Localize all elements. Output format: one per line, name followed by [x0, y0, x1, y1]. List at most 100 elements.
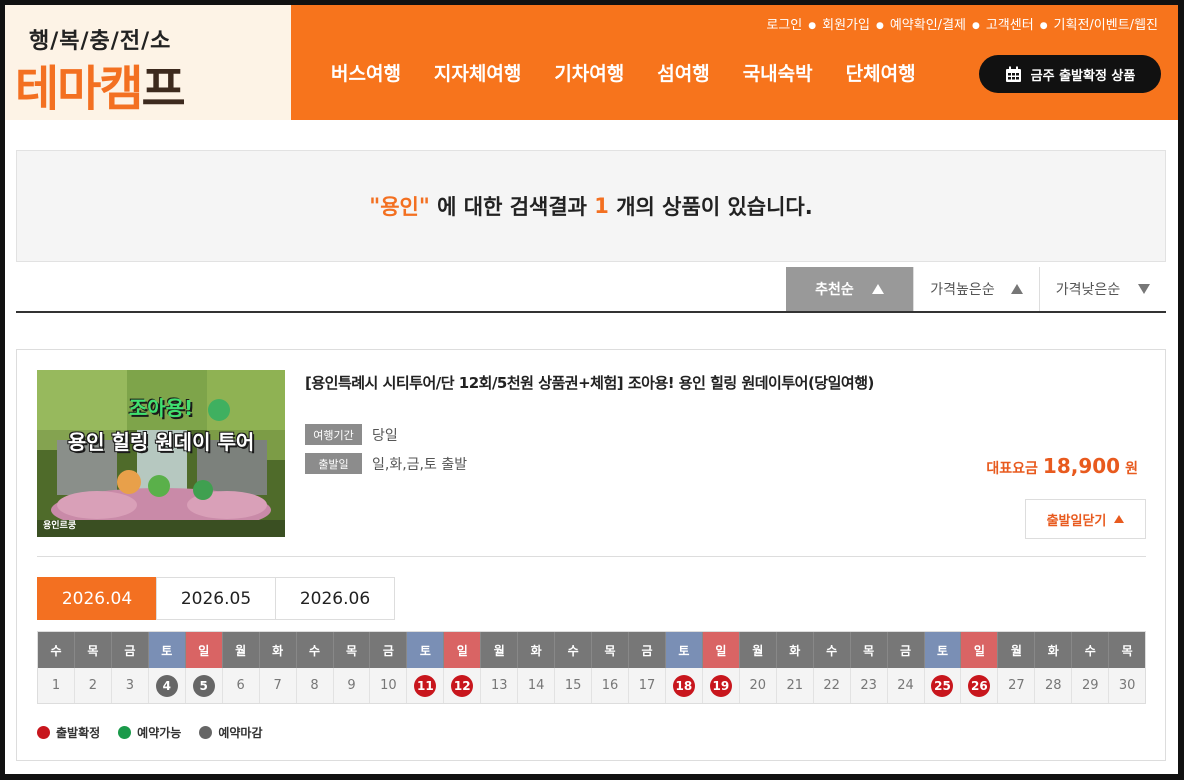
weekday-cell: 수 — [1072, 632, 1110, 668]
sort-price-low-button[interactable]: 가격낮은순 — [1039, 267, 1166, 311]
menu-item-island[interactable]: 섬여행 — [657, 59, 709, 86]
departure-confirmed-marker: 25 — [931, 674, 954, 697]
weekday-cell: 월 — [481, 632, 519, 668]
sort-bar: 추천순 가격높은순 가격낮은순 — [16, 267, 1166, 313]
departure-value: 일,화,금,토 출발 — [372, 456, 468, 473]
product-price: 대표요금 18,900 원 — [986, 454, 1138, 478]
weekday-cell: 수 — [555, 632, 593, 668]
duration-row: 여행기간 당일 — [305, 424, 398, 445]
calendar-day-row: 1 2 3 4 5 6 7 8 9 10 11 12 13 14 15 16 17 18 19 20 21 22 23 24 2… — [38, 668, 1146, 703]
departure-confirmed-marker: 12 — [451, 674, 474, 697]
top-links: 로그인 ● 회원가입 ● 예약확인/결제 ● 고객센터 ● 기획전/이벤트/웹진 — [766, 14, 1158, 33]
search-keyword: 용인 — [380, 195, 419, 219]
tab-month-2026-05[interactable]: 2026.05 — [156, 577, 276, 620]
triangle-up-icon — [1010, 284, 1023, 294]
weekday-cell: 화 — [259, 632, 297, 668]
legend-dot — [199, 726, 213, 739]
login-link[interactable]: 로그인 — [766, 18, 802, 33]
calendar-day-confirmed[interactable]: 12 — [444, 668, 482, 703]
calendar-day: 13 — [481, 668, 519, 703]
main-menu: 버스여행 지자체여행 기차여행 섬여행 국내숙박 단체여행 — [331, 59, 949, 86]
sort-recommended-button[interactable]: 추천순 — [786, 267, 913, 311]
calendar-day-confirmed[interactable]: 11 — [407, 668, 445, 703]
weekday-cell: 일 — [444, 632, 482, 668]
legend-item-confirmed: 출발확정 — [37, 724, 100, 741]
divider — [37, 556, 1146, 557]
logo-char: 캠 — [99, 61, 143, 117]
menu-item-lodging[interactable]: 국내숙박 — [743, 59, 813, 86]
weekly-departure-button[interactable]: 금주 출발확정 상품 — [979, 55, 1161, 93]
legend-item-available: 예약가능 — [118, 724, 181, 741]
triangle-up-icon — [871, 284, 884, 294]
separator-dot: ● — [808, 20, 817, 31]
price-value: 18,900 — [1042, 454, 1121, 478]
menu-item-group[interactable]: 단체여행 — [846, 59, 916, 86]
calendar-icon — [1005, 66, 1022, 83]
customer-center-link[interactable]: 고객센터 — [986, 18, 1034, 33]
booking-closed-marker: 5 — [192, 674, 215, 697]
thumbnail-headline: 조아용! — [128, 396, 194, 420]
calendar-day-closed: 5 — [185, 668, 223, 703]
weekday-cell: 화 — [518, 632, 556, 668]
logo-char: 테 — [15, 61, 59, 117]
weekday-cell: 목 — [850, 632, 888, 668]
calendar-day-confirmed[interactable]: 18 — [665, 668, 703, 703]
weekday-cell: 토 — [407, 632, 445, 668]
sort-price-high-button[interactable]: 가격높은순 — [913, 267, 1039, 311]
weekday-cell: 수 — [38, 632, 75, 668]
search-result-summary: " 용인 " 에 대한 검색결과 1 개의 상품이 있습니다. — [16, 150, 1166, 262]
weekday-cell: 목 — [333, 632, 371, 668]
separator-dot: ● — [971, 20, 980, 31]
calendar-day: 23 — [850, 668, 888, 703]
weekday-cell: 목 — [74, 632, 112, 668]
calendar-day-confirmed[interactable]: 25 — [924, 668, 962, 703]
result-text-tail: 개의 상품이 있습니다. — [608, 195, 813, 219]
thumbnail-watermark: 용인르쿵 — [43, 521, 77, 531]
separator-dot: ● — [875, 20, 884, 31]
reservation-link[interactable]: 예약확인/결제 — [890, 18, 966, 33]
site-header: 행/복/충/전/소 테마캠프 로그인 ● 회원가입 ● 예약확인/결제 ● 고객센터 ● 기획전… — [5, 5, 1178, 120]
calendar-day: 7 — [259, 668, 297, 703]
sort-label: 가격높은순 — [930, 282, 995, 298]
weekday-cell: 월 — [222, 632, 260, 668]
calendar-day-confirmed[interactable]: 19 — [702, 668, 740, 703]
calendar-day: 24 — [887, 668, 925, 703]
signup-link[interactable]: 회원가입 — [822, 18, 870, 33]
triangle-down-icon — [1138, 284, 1151, 294]
product-thumbnail[interactable]: 조아용! 용인 힐링 원데이 투어 용인르쿵 — [37, 370, 285, 537]
calendar-day: 21 — [776, 668, 814, 703]
weekday-cell: 일 — [961, 632, 999, 668]
calendar-day: 27 — [998, 668, 1036, 703]
legend-label: 출발확정 — [56, 726, 101, 740]
calendar-day-confirmed[interactable]: 26 — [961, 668, 999, 703]
product-title[interactable]: [용인특례시 시티투어/단 12회/5천원 상품권+체험] 조아용! 용인 힐링… — [305, 372, 874, 393]
weekday-cell: 토 — [924, 632, 962, 668]
tab-month-2026-06[interactable]: 2026.06 — [275, 577, 395, 620]
keyword-quote: " — [418, 194, 430, 218]
departure-confirmed-marker: 18 — [672, 674, 695, 697]
weekday-cell: 일 — [185, 632, 223, 668]
departure-confirmed-marker: 26 — [968, 674, 991, 697]
departure-confirmed-marker: 11 — [414, 674, 437, 697]
weekday-cell: 토 — [148, 632, 186, 668]
nav-bar: 로그인 ● 회원가입 ● 예약확인/결제 ● 고객센터 ● 기획전/이벤트/웹진 버스여행 지자… — [291, 5, 1178, 120]
close-dates-button[interactable]: 출발일닫기 — [1025, 499, 1146, 539]
calendar-day: 3 — [111, 668, 149, 703]
events-link[interactable]: 기획전/이벤트/웹진 — [1054, 18, 1158, 33]
logo-char: 프 — [141, 61, 186, 117]
departure-confirmed-marker: 19 — [709, 674, 732, 697]
tab-month-2026-04[interactable]: 2026.04 — [37, 577, 157, 620]
weekday-cell: 월 — [998, 632, 1036, 668]
weekday-cell: 목 — [592, 632, 629, 668]
result-text: 에 대한 검색결과 — [429, 195, 595, 219]
calendar-day: 2 — [74, 668, 112, 703]
menu-item-local-gov[interactable]: 지자체여행 — [434, 59, 521, 86]
logo-char: 마 — [57, 61, 101, 117]
menu-item-train[interactable]: 기차여행 — [554, 59, 624, 86]
sort-label: 추천순 — [815, 282, 854, 298]
logo[interactable]: 행/복/충/전/소 테마캠프 — [5, 5, 291, 120]
duration-value: 당일 — [372, 427, 398, 444]
departure-calendar: 수목금토일월화수목금토일월화수목금토일월화수목금토일월화수목 123456789… — [37, 631, 1146, 704]
month-tabs: 2026.04 2026.05 2026.06 — [37, 577, 395, 620]
menu-item-bus[interactable]: 버스여행 — [331, 59, 401, 86]
